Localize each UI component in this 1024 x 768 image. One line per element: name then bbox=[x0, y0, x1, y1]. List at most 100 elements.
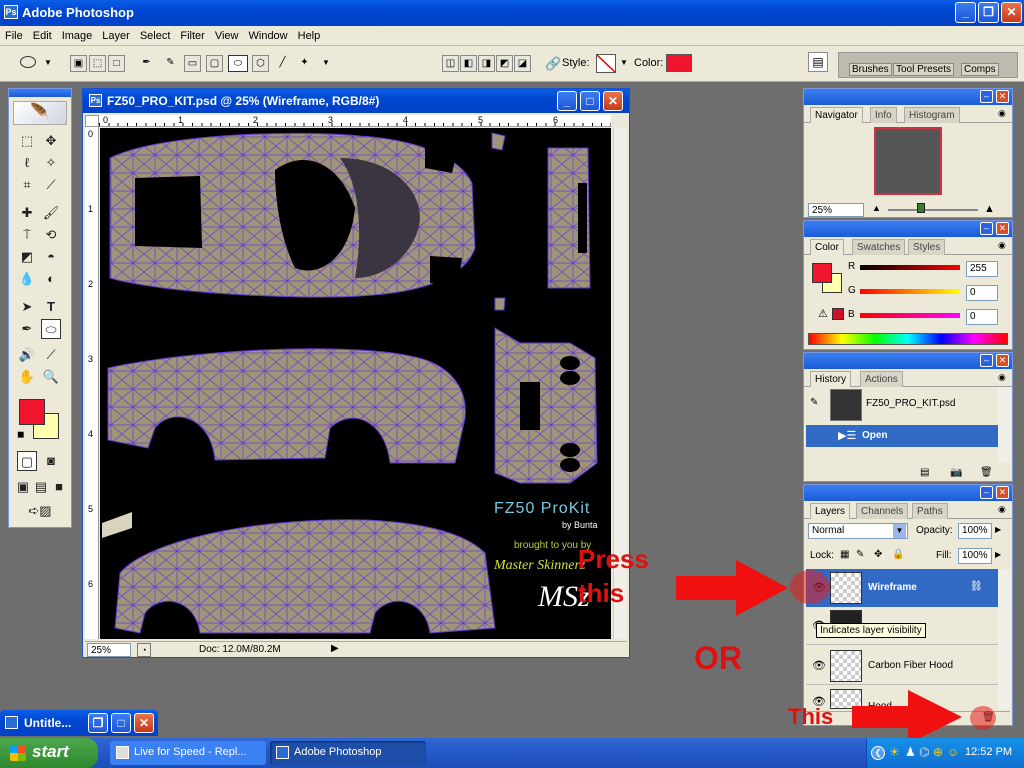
color-minimize-icon[interactable]: – bbox=[980, 222, 993, 235]
status-menu-arrow-icon[interactable]: ▶ bbox=[331, 643, 339, 654]
fill-field[interactable]: 100% bbox=[958, 548, 992, 564]
nav-minimize-icon[interactable]: – bbox=[980, 90, 993, 103]
move-tool-icon[interactable]: ✥ bbox=[41, 131, 61, 151]
color-close-icon[interactable]: ✕ bbox=[996, 222, 1009, 235]
default-colors-icon[interactable]: ◼ bbox=[17, 429, 24, 440]
color-swatch[interactable] bbox=[666, 54, 692, 72]
layer-visibility-eye-icon[interactable]: 👁 bbox=[812, 659, 826, 672]
style-dropdown-icon[interactable]: ▼ bbox=[620, 58, 628, 67]
foreground-color-swatch[interactable] bbox=[19, 399, 45, 425]
tab-channels[interactable]: Channels bbox=[856, 503, 909, 519]
min-doc-close-button[interactable]: ✕ bbox=[134, 713, 154, 733]
standard-mode-icon[interactable]: ▢ bbox=[17, 451, 37, 471]
gamut-warning-icon[interactable]: ⚠ bbox=[818, 307, 828, 320]
well-tab-comps[interactable]: Comps bbox=[961, 63, 999, 76]
magic-wand-icon[interactable]: ✧ bbox=[41, 153, 61, 173]
zoom-tool-icon[interactable]: 🔍 bbox=[41, 367, 61, 387]
restore-button[interactable]: ❐ bbox=[978, 2, 999, 23]
navigator-zoom-field[interactable]: 25% bbox=[808, 203, 864, 217]
snapshot-thumbnail[interactable] bbox=[830, 389, 862, 421]
eyedropper-icon[interactable]: ⟋ bbox=[41, 345, 61, 365]
link-icon[interactable]: 🔗 bbox=[545, 56, 561, 72]
dropdown-arrow-icon[interactable]: ▼ bbox=[44, 58, 52, 67]
fill-arrow-icon[interactable]: ▶ bbox=[995, 550, 1001, 559]
task-live-for-speed[interactable]: Live for Speed - Repl... bbox=[110, 741, 266, 765]
tab-actions[interactable]: Actions bbox=[860, 371, 903, 387]
status-info-icon[interactable]: ◔ bbox=[137, 643, 151, 657]
b-value[interactable]: 0 bbox=[966, 309, 998, 325]
layers-close-icon[interactable]: ✕ bbox=[996, 486, 1009, 499]
new-document-from-state-icon[interactable]: ▤ bbox=[920, 467, 929, 478]
ellipse-shape-icon[interactable]: ⬭ bbox=[228, 55, 248, 72]
history-close-icon[interactable]: ✕ bbox=[996, 354, 1009, 367]
tab-styles[interactable]: Styles bbox=[908, 239, 946, 255]
g-slider[interactable] bbox=[860, 289, 960, 294]
history-brush-icon[interactable]: ⟲ bbox=[41, 225, 61, 245]
combine-exclude-icon[interactable]: ◩ bbox=[496, 55, 513, 72]
canvas[interactable]: FZ50 ProKit by Bunta brought to you by M… bbox=[100, 128, 611, 639]
b-slider[interactable] bbox=[860, 313, 960, 318]
opacity-arrow-icon[interactable]: ▶ bbox=[995, 525, 1001, 534]
screen-mode-full-icon[interactable]: ■ bbox=[51, 477, 67, 497]
color-menu-icon[interactable]: ◉ bbox=[998, 240, 1006, 251]
lock-position-icon[interactable]: ✥ bbox=[874, 549, 882, 560]
slice-tool-icon[interactable]: ⟋ bbox=[41, 175, 61, 195]
crop-tool-icon[interactable]: ⌗ bbox=[17, 175, 37, 195]
task-adobe-photoshop[interactable]: Adobe Photoshop bbox=[270, 741, 426, 765]
lock-all-icon[interactable]: 🔒 bbox=[892, 549, 904, 560]
navigator-thumbnail[interactable] bbox=[874, 127, 942, 195]
r-value[interactable]: 255 bbox=[966, 261, 998, 277]
navigator-zoom-slider[interactable] bbox=[888, 209, 978, 211]
layers-menu-icon[interactable]: ◉ bbox=[998, 504, 1006, 515]
menu-filter[interactable]: Filter bbox=[175, 26, 209, 46]
combine-add-icon[interactable]: ◫ bbox=[442, 55, 459, 72]
tab-history[interactable]: History bbox=[810, 371, 852, 387]
quick-mask-icon[interactable]: ◙ bbox=[41, 451, 61, 471]
clone-stamp-icon[interactable]: ⍑ bbox=[17, 225, 37, 245]
rounded-rectangle-icon[interactable]: ▢ bbox=[206, 55, 223, 72]
start-button[interactable]: start bbox=[0, 738, 98, 768]
tab-paths[interactable]: Paths bbox=[912, 503, 948, 519]
zoom-field[interactable]: 25% bbox=[87, 643, 131, 657]
dodge-tool-icon[interactable]: ◐ bbox=[41, 269, 61, 289]
tab-histogram[interactable]: Histogram bbox=[904, 107, 960, 123]
custom-shape-icon[interactable]: ✦ bbox=[296, 55, 313, 72]
lasso-tool-icon[interactable]: ℓ bbox=[17, 153, 37, 173]
doc-close-button[interactable]: ✕ bbox=[603, 91, 623, 111]
color-ramp[interactable] bbox=[808, 333, 1008, 345]
palette-toggle-icon[interactable]: ▤ bbox=[808, 52, 828, 72]
paths-icon[interactable]: ⬚ bbox=[89, 55, 106, 72]
layer-row-carbon-fiber-hood[interactable]: 👁 Carbon Fiber Hood bbox=[806, 647, 998, 685]
layer-row-wireframe[interactable]: 👁 Wireframe ⛓ bbox=[806, 569, 998, 607]
r-slider[interactable] bbox=[860, 265, 960, 270]
zoom-in-icon[interactable]: ▲ bbox=[984, 203, 995, 215]
tray-person-icon[interactable]: ♟ bbox=[905, 745, 916, 759]
snapshot-label[interactable]: FZ50_PRO_KIT.psd bbox=[866, 398, 955, 409]
history-step-open[interactable]: ▶☰ Open bbox=[806, 425, 998, 447]
menu-file[interactable]: File bbox=[0, 26, 28, 46]
custom-shape-dropdown-icon[interactable]: ▼ bbox=[322, 58, 330, 67]
tray-sun-icon[interactable]: ☀ bbox=[889, 745, 900, 759]
history-menu-icon[interactable]: ◉ bbox=[998, 372, 1006, 383]
zoom-slider-thumb[interactable] bbox=[917, 203, 925, 213]
freeform-pen-icon[interactable]: ✎ bbox=[162, 55, 179, 72]
nav-menu-icon[interactable]: ◉ bbox=[998, 108, 1006, 119]
ellipse-tool-preset-icon[interactable] bbox=[20, 56, 36, 68]
min-doc-maximize-button[interactable]: □ bbox=[111, 713, 131, 733]
well-tab-tool-presets[interactable]: Tool Presets bbox=[893, 63, 955, 76]
close-button[interactable]: ✕ bbox=[1001, 2, 1022, 23]
brush-tool-icon[interactable]: 🖌 bbox=[41, 203, 61, 223]
path-selection-icon[interactable]: ➤ bbox=[17, 297, 37, 317]
min-doc-restore-button[interactable]: ❐ bbox=[88, 713, 108, 733]
history-scrollbar[interactable] bbox=[998, 387, 1010, 463]
line-shape-icon[interactable]: ╱ bbox=[274, 55, 291, 72]
notes-tool-icon[interactable]: 🔊 bbox=[17, 345, 37, 365]
combine-intersect-icon[interactable]: ◨ bbox=[478, 55, 495, 72]
layers-scrollbar[interactable] bbox=[998, 569, 1010, 709]
menu-window[interactable]: Window bbox=[244, 26, 293, 46]
fill-pixels-icon[interactable]: □ bbox=[108, 55, 125, 72]
tray-expand-icon[interactable]: ❮ bbox=[871, 746, 885, 760]
tray-globe-icon[interactable]: ⊕ bbox=[933, 745, 943, 759]
menu-layer[interactable]: Layer bbox=[97, 26, 135, 46]
gamut-color-swatch[interactable] bbox=[832, 308, 844, 320]
